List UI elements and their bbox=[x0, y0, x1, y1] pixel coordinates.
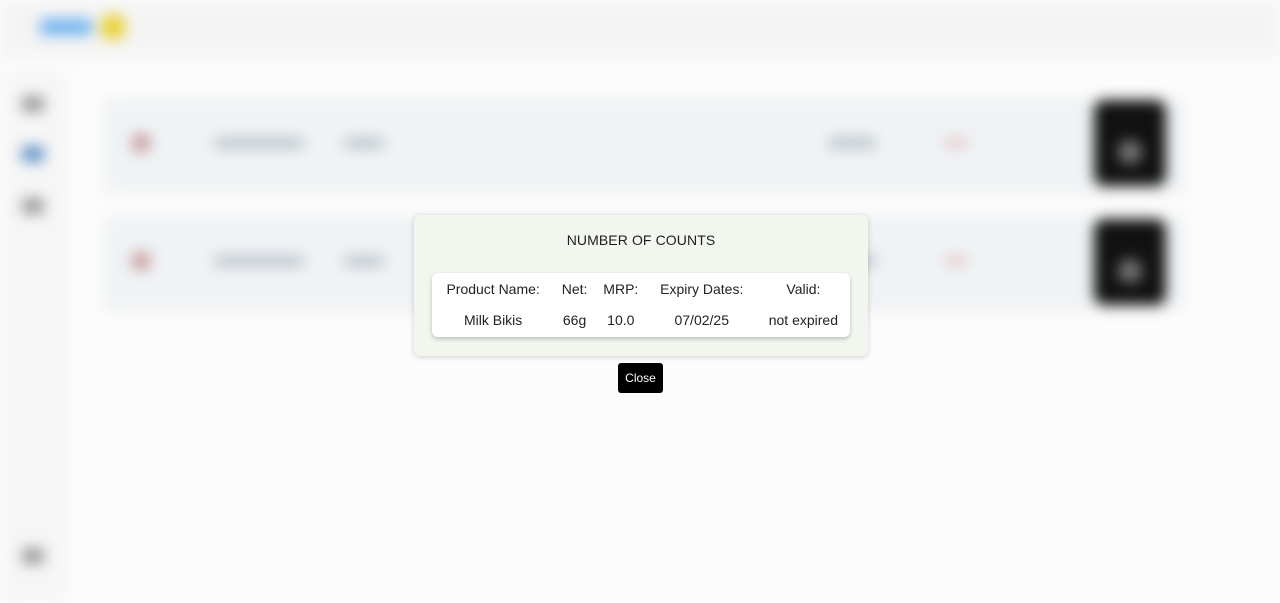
cell-expiry: 07/02/25 bbox=[674, 312, 729, 328]
row-badge bbox=[944, 256, 968, 266]
sidebar-home-icon[interactable] bbox=[22, 96, 44, 112]
header-mrp: MRP: bbox=[603, 281, 639, 297]
row-text bbox=[214, 256, 304, 266]
product-image bbox=[1094, 219, 1166, 305]
count-modal: NUMBER OF COUNTS Product Name: Net: MRP:… bbox=[414, 215, 868, 356]
brand-name bbox=[40, 19, 92, 35]
header-valid: Valid: bbox=[786, 281, 821, 297]
row-text bbox=[344, 256, 384, 266]
close-button[interactable]: Close bbox=[618, 363, 663, 393]
table-header-row: Product Name: Net: MRP: Expiry Dates: Va… bbox=[432, 273, 850, 303]
cell-product-name: Milk Bikis bbox=[463, 312, 523, 328]
header-expiry: Expiry Dates: bbox=[660, 281, 744, 297]
sidebar bbox=[0, 70, 66, 603]
header-net: Net: bbox=[561, 281, 588, 297]
modal-title: NUMBER OF COUNTS bbox=[566, 232, 716, 248]
brand[interactable] bbox=[40, 14, 126, 40]
sidebar-box-icon[interactable] bbox=[22, 198, 44, 214]
product-image bbox=[1094, 100, 1166, 186]
sidebar-list-icon[interactable] bbox=[22, 146, 44, 162]
product-row[interactable] bbox=[104, 98, 1184, 190]
cell-mrp: 10.0 bbox=[607, 312, 635, 328]
cell-valid: not expired bbox=[768, 312, 839, 328]
row-badge bbox=[944, 138, 968, 148]
brand-logo-icon bbox=[100, 14, 126, 40]
cell-net: 66g bbox=[562, 312, 587, 328]
delete-icon[interactable] bbox=[132, 252, 150, 270]
row-text bbox=[344, 138, 384, 148]
top-navbar bbox=[0, 0, 1280, 56]
delete-icon[interactable] bbox=[132, 134, 150, 152]
row-text bbox=[828, 138, 876, 148]
header-product-name: Product Name: bbox=[446, 281, 540, 297]
sidebar-settings-icon[interactable] bbox=[22, 548, 44, 564]
table-row: Milk Bikis 66g 10.0 07/02/25 not expired bbox=[432, 303, 850, 337]
row-text bbox=[214, 138, 304, 148]
product-details-table: Product Name: Net: MRP: Expiry Dates: Va… bbox=[432, 273, 850, 337]
